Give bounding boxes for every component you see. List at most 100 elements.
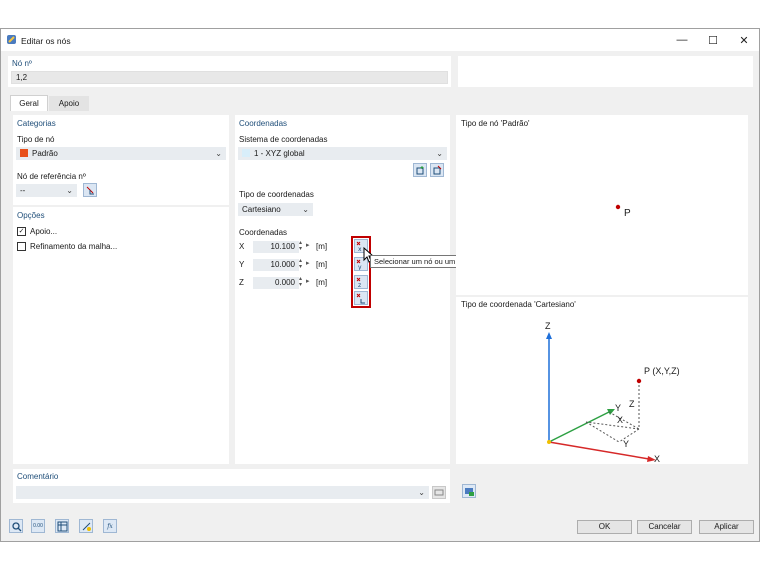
close-icon: ✕ xyxy=(739,34,749,47)
pick-all-coordinates-button[interactable] xyxy=(354,291,368,305)
edit-coordinate-system-button[interactable] xyxy=(430,163,444,177)
node-type-label: Tipo de nó xyxy=(17,135,55,144)
categories-panel: Categorias Tipo de nó Padrão ⌄ Nó de ref… xyxy=(13,115,229,205)
chevron-down-icon: ⌄ xyxy=(302,205,309,214)
search-button[interactable] xyxy=(9,519,23,533)
comment-title: Comentário xyxy=(17,472,59,481)
options-panel: Opções ✓ Apoio... Refinamento da malha..… xyxy=(13,207,229,464)
coordinates-title: Coordenadas xyxy=(239,119,288,128)
comment-library-icon xyxy=(434,489,444,496)
table-view-button[interactable] xyxy=(55,519,69,533)
ok-button[interactable]: OK xyxy=(577,520,632,534)
svg-text:x: x xyxy=(358,246,362,252)
minimize-icon: — xyxy=(676,34,688,46)
units-button[interactable]: 0.00 xyxy=(31,519,45,533)
categories-title: Categorias xyxy=(17,119,56,128)
coord-x-spinner[interactable]: ▴ ▾ xyxy=(299,240,302,252)
tab-apoio[interactable]: Apoio xyxy=(49,96,89,111)
dimension-y-label: Y xyxy=(623,439,630,449)
node-number-label: Nó nº xyxy=(12,59,32,68)
checkmark-icon: ✓ xyxy=(18,228,25,235)
coord-y-spinner[interactable]: ▴ ▾ xyxy=(299,258,302,270)
table-icon xyxy=(57,521,67,531)
dimension-z-label: Z xyxy=(629,399,635,409)
formula-button[interactable]: fx xyxy=(103,519,117,533)
coord-z-axis-label: Z xyxy=(239,278,244,287)
dimension-x-label: X xyxy=(617,415,624,425)
chevron-down-icon: ⌄ xyxy=(418,488,425,497)
projection-line-a xyxy=(608,411,640,430)
mesh-refinement-checkbox[interactable] xyxy=(17,242,26,251)
svg-text:z: z xyxy=(358,282,361,288)
node-point-marker xyxy=(615,204,621,210)
comment-panel: Comentário ⌄ xyxy=(13,469,450,503)
x-axis-label: X xyxy=(654,454,661,464)
coord-y-input[interactable]: 10.000 xyxy=(253,259,299,271)
coord-y-axis-label: Y xyxy=(239,260,245,269)
pick-node-icon xyxy=(86,186,94,195)
coord-y-unit: [m] xyxy=(316,260,328,269)
node-type-preview-title: Tipo de nó 'Padrão' xyxy=(461,119,530,128)
pick-z-coordinate-button[interactable]: z xyxy=(354,275,368,289)
support-checkbox[interactable]: ✓ xyxy=(17,227,26,236)
coordinate-type-select[interactable]: Cartesiano ⌄ xyxy=(238,203,313,216)
coord-x-axis-label: X xyxy=(239,242,245,251)
node-number-field[interactable]: 1,2 xyxy=(11,71,448,84)
maximize-icon: ☐ xyxy=(708,34,718,47)
coordinate-system-icon xyxy=(242,149,250,157)
tab-geral[interactable]: Geral xyxy=(10,95,48,111)
pick-z-icon: z xyxy=(356,277,361,288)
coordinate-type-label: Tipo de coordenadas xyxy=(239,190,314,199)
mesh-refinement-checkbox-label: Refinamento da malha... xyxy=(30,242,118,251)
cartesian-axes-diagram xyxy=(546,332,656,462)
comment-options-button[interactable] xyxy=(432,486,446,499)
coord-z-input[interactable]: 0.000 xyxy=(253,277,299,289)
node-point-label: P xyxy=(624,208,631,219)
coordinate-system-select[interactable]: 1 - XYZ global ⌄ xyxy=(238,147,447,160)
reference-node-label: Nó de referência nº xyxy=(17,172,86,181)
y-axis-line xyxy=(548,411,610,443)
new-coordinate-system-button[interactable] xyxy=(413,163,427,177)
coord-x-arrow-icon[interactable]: ▸ xyxy=(306,242,310,249)
window-title: Editar os nós xyxy=(21,36,71,46)
coord-z-spinner[interactable]: ▴ ▾ xyxy=(299,276,302,288)
coord-z-arrow-icon[interactable]: ▸ xyxy=(306,278,310,285)
options-title: Opções xyxy=(17,211,45,220)
coordinate-point-label: P (X,Y,Z) xyxy=(644,366,680,376)
maximize-button[interactable]: ☐ xyxy=(698,32,728,48)
formula-icon: fx xyxy=(107,522,113,530)
coord-z-unit: [m] xyxy=(316,278,328,287)
comment-input[interactable]: ⌄ xyxy=(16,486,429,499)
help-button[interactable] xyxy=(79,519,93,533)
app-icon xyxy=(7,35,16,44)
node-type-select[interactable]: Padrão ⌄ xyxy=(16,147,226,160)
svg-text:y: y xyxy=(358,264,362,270)
coordinates-panel: Coordenadas Sistema de coordenadas 1 - X… xyxy=(235,115,450,464)
coord-x-input[interactable]: 10.100 xyxy=(253,241,299,253)
cancel-button[interactable]: Cancelar xyxy=(637,520,692,534)
coord-y-arrow-icon[interactable]: ▸ xyxy=(306,260,310,267)
coord-x-unit: [m] xyxy=(316,242,328,251)
coordinate-point-marker xyxy=(636,378,642,384)
z-axis-label: Z xyxy=(545,321,551,331)
decimal-places-icon: 0.00 xyxy=(33,523,43,529)
title-bar: Editar os nós — ☐ ✕ xyxy=(1,29,759,51)
coordinate-type-preview: Tipo de coordenada 'Cartesiano' Z Y X P … xyxy=(456,297,748,464)
preview-settings-button[interactable] xyxy=(462,484,476,498)
edit-nodes-dialog: Editar os nós — ☐ ✕ Nó nº 1,2 Geral Apoi… xyxy=(0,28,760,542)
pick-reference-node-button[interactable] xyxy=(83,183,97,197)
z-axis-arrowhead xyxy=(546,332,552,339)
chevron-down-icon: ⌄ xyxy=(66,186,73,195)
minimize-button[interactable]: — xyxy=(667,32,697,48)
reference-node-select[interactable]: -- ⌄ xyxy=(16,184,77,197)
y-axis-label: Y xyxy=(615,403,622,413)
x-axis-line xyxy=(548,441,650,460)
apply-button[interactable]: Aplicar xyxy=(699,520,754,534)
coordinate-system-label: Sistema de coordenadas xyxy=(239,135,328,144)
help-icon xyxy=(82,522,91,531)
close-button[interactable]: ✕ xyxy=(729,32,759,48)
chevron-down-icon: ⌄ xyxy=(215,149,222,158)
coordinates-label: Coordenadas xyxy=(239,228,288,237)
display-settings-icon xyxy=(464,487,474,496)
search-icon xyxy=(11,521,21,531)
